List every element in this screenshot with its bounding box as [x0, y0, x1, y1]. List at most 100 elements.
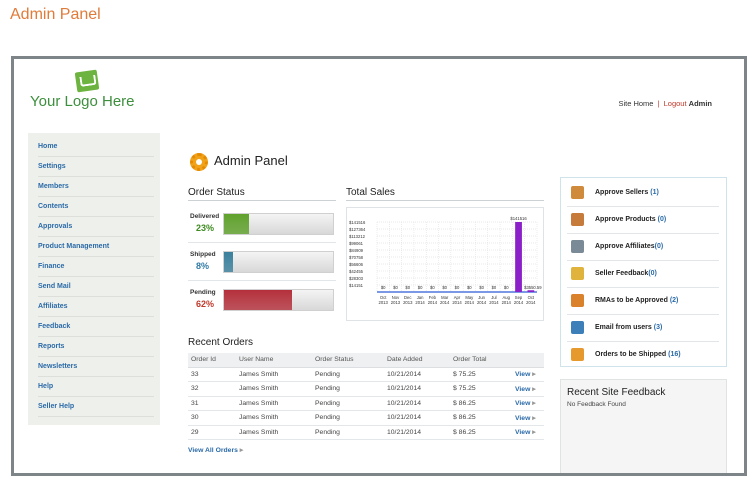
total-sales-chart: $14151 $28303 $42455 $56606 $70758 $84909 $990…	[346, 207, 544, 321]
quick-item-label[interactable]: Approve Sellers (1)	[595, 189, 659, 196]
order-total: $ 86.25	[450, 425, 512, 440]
quick-item-label[interactable]: Seller Feedback(0)	[595, 270, 657, 277]
quick-item-text[interactable]: Orders to be Shipped	[595, 351, 666, 358]
sidebar-item-feedback[interactable]: Feedback	[38, 317, 154, 337]
order-total: $ 86.25	[450, 410, 512, 426]
y-tick-label: $84909	[349, 248, 364, 253]
main-title: Admin Panel	[214, 153, 288, 168]
bar-value-label: $0	[504, 285, 509, 290]
order-total: $ 86.25	[450, 396, 512, 411]
sidebar-item-affiliates[interactable]: Affiliates	[38, 297, 154, 317]
x-tick-label: 2014	[452, 300, 462, 305]
quick-item-text[interactable]: Approve Affiliates	[595, 243, 655, 250]
recent-orders-title: Recent Orders	[188, 337, 254, 348]
view-order-link[interactable]: View ▸	[512, 425, 544, 440]
y-tick-label: $70758	[349, 255, 364, 260]
x-tick-label: 2014	[440, 300, 450, 305]
sidebar-item-finance[interactable]: Finance	[38, 257, 154, 277]
quick-item-email[interactable]: Email from users (3)	[567, 315, 719, 342]
user-name: James Smith	[236, 396, 312, 411]
x-tick-label: 2014	[514, 300, 524, 305]
quick-item-count: (2)	[669, 297, 679, 304]
user-name: James Smith	[236, 381, 312, 397]
order-id: 32	[188, 381, 236, 397]
status-bar-fill	[224, 214, 250, 234]
status-percent: 8%	[196, 261, 210, 271]
quick-item-label[interactable]: Email from users (3)	[595, 324, 662, 331]
view-all-orders-link[interactable]: View All Orders ▸	[188, 446, 243, 454]
quick-item-rmas[interactable]: RMAs to be Approved (2)	[567, 288, 719, 315]
quick-item-label[interactable]: Orders to be Shipped (16)	[595, 351, 681, 358]
quick-item-orders-to-ship[interactable]: Orders to be Shipped (16)	[567, 342, 719, 369]
site-home-link[interactable]: Site Home	[618, 99, 653, 108]
sidebar-item-product-management[interactable]: Product Management	[38, 237, 154, 257]
status-bar-track	[223, 213, 334, 235]
quick-item-seller-feedback[interactable]: Seller Feedback(0)	[567, 261, 719, 288]
sidebar-item-reports[interactable]: Reports	[38, 337, 154, 357]
view-link-label[interactable]: View	[515, 415, 530, 422]
admin-frame: Your Logo Here Site Home | Logout Admin …	[11, 56, 747, 476]
order-id: 33	[188, 367, 236, 382]
arrow-right-icon: ▸	[532, 414, 536, 422]
date-added: 10/21/2014	[384, 367, 450, 382]
order-id: 29	[188, 425, 236, 440]
logo[interactable]: Your Logo Here	[30, 69, 170, 119]
arrow-right-icon: ▸	[532, 400, 536, 408]
sidebar: Home Settings Members Contents Approvals…	[28, 133, 160, 425]
column-header: User Name	[236, 353, 312, 368]
sidebar-item-members[interactable]: Members	[38, 177, 154, 197]
column-header: Order Id	[188, 353, 236, 368]
sidebar-item-approvals[interactable]: Approvals	[38, 217, 154, 237]
bar-value-label: $0	[405, 285, 410, 290]
mail-icon	[571, 321, 584, 334]
quick-item-approve-products[interactable]: Approve Products (0)	[567, 207, 719, 234]
view-order-link[interactable]: View ▸	[512, 410, 544, 426]
sidebar-item-send-mail[interactable]: Send Mail	[38, 277, 154, 297]
status-bar-fill	[224, 252, 233, 272]
order-status: Pending	[312, 425, 384, 440]
clipboard-icon	[571, 348, 584, 361]
bar-value-label: $0	[418, 285, 423, 290]
sidebar-item-newsletters[interactable]: Newsletters	[38, 357, 154, 377]
sidebar-item-settings[interactable]: Settings	[38, 157, 154, 177]
quick-item-label[interactable]: RMAs to be Approved (2)	[595, 297, 678, 304]
quick-item-count: (16)	[668, 351, 681, 358]
view-link-label[interactable]: View	[515, 371, 530, 378]
sidebar-item-home[interactable]: Home	[38, 137, 154, 157]
quick-item-text[interactable]: Seller Feedback	[595, 270, 648, 277]
sidebar-item-contents[interactable]: Contents	[38, 197, 154, 217]
x-tick-label: 2014	[477, 300, 487, 305]
quick-item-text[interactable]: Approve Sellers	[595, 189, 648, 196]
quick-item-approve-affiliates[interactable]: Approve Affiliates(0)	[567, 234, 719, 261]
quick-item-count: (1)	[650, 189, 659, 196]
view-order-link[interactable]: View ▸	[512, 367, 544, 382]
view-link-label[interactable]: View	[515, 429, 530, 436]
view-link-label[interactable]: View	[515, 386, 530, 393]
quick-item-text[interactable]: Email from users	[595, 324, 652, 331]
quick-item-approve-sellers[interactable]: Approve Sellers (1)	[567, 180, 719, 207]
bar-value-label: $0	[393, 285, 398, 290]
status-row-delivered: Delivered 23%	[188, 205, 336, 243]
x-tick-label: 2013	[378, 300, 388, 305]
page-title: Admin Panel	[10, 6, 101, 23]
view-link-label[interactable]: View	[515, 400, 530, 407]
site-feedback-empty: No Feedback Found	[567, 401, 626, 408]
view-all-label[interactable]: View All Orders	[188, 447, 238, 454]
logo-cart-icon	[74, 69, 100, 93]
bar-value-label: $0	[381, 285, 386, 290]
y-tick-label: $141516	[349, 220, 366, 225]
quick-item-text[interactable]: RMAs to be Approved	[595, 297, 668, 304]
sidebar-item-help[interactable]: Help	[38, 377, 154, 397]
quick-item-label[interactable]: Approve Affiliates(0)	[595, 243, 663, 250]
status-label: Shipped	[190, 251, 216, 258]
date-added: 10/21/2014	[384, 396, 450, 411]
quick-item-label[interactable]: Approve Products (0)	[595, 216, 666, 223]
logout-link[interactable]: Logout	[664, 99, 687, 108]
table-row: 31 James Smith Pending 10/21/2014 $ 86.2…	[188, 396, 544, 411]
sidebar-item-seller-help[interactable]: Seller Help	[38, 397, 154, 417]
view-order-link[interactable]: View ▸	[512, 381, 544, 397]
view-order-link[interactable]: View ▸	[512, 396, 544, 411]
current-user: Admin	[688, 99, 712, 108]
status-label: Pending	[190, 289, 216, 296]
quick-item-text[interactable]: Approve Products	[595, 216, 656, 223]
